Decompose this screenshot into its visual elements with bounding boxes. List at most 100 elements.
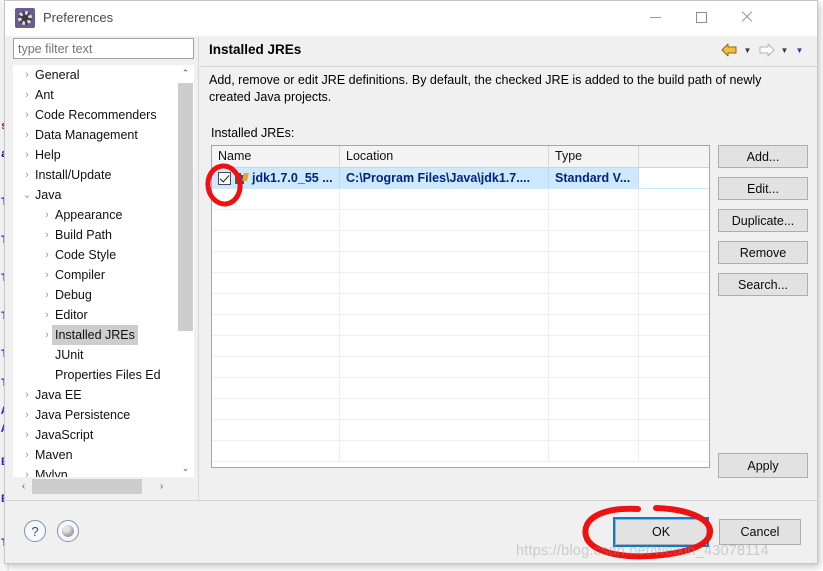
table-row-empty[interactable]: [212, 189, 709, 210]
cell-name[interactable]: jdk1.7.0_55 ...: [212, 168, 340, 189]
scroll-right-icon[interactable]: ›: [153, 478, 170, 495]
chevron-right-icon[interactable]: ›: [39, 225, 55, 245]
column-header[interactable]: Type: [549, 146, 639, 167]
table-row-empty[interactable]: [212, 252, 709, 273]
chevron-right-icon[interactable]: ›: [19, 385, 35, 405]
chevron-right-icon[interactable]: ›: [19, 445, 35, 465]
cell-empty: [549, 420, 639, 441]
page-menu-caret-icon[interactable]: ▼: [792, 41, 807, 59]
scroll-left-icon[interactable]: ‹: [15, 478, 32, 495]
maximize-button[interactable]: [678, 1, 724, 33]
table-row-empty[interactable]: [212, 441, 709, 462]
preferences-dialog: Preferences ›General›Ant›Code Recommende…: [4, 0, 818, 564]
tree-vertical-scrollbar[interactable]: ⌃ ⌄: [177, 65, 194, 477]
cell-empty: [549, 378, 639, 399]
sidebar-item-junit[interactable]: JUnit: [13, 345, 176, 365]
link-icon[interactable]: [57, 520, 79, 542]
sidebar-item-compiler[interactable]: › Compiler: [13, 265, 176, 285]
column-header[interactable]: [639, 146, 709, 167]
sidebar-item-data-management[interactable]: › Data Management: [13, 125, 176, 145]
chevron-right-icon[interactable]: ›: [39, 265, 55, 285]
apply-button[interactable]: Apply: [718, 453, 808, 478]
jre-checkbox[interactable]: [218, 172, 231, 185]
cancel-button[interactable]: Cancel: [719, 519, 801, 545]
sidebar-item-ant[interactable]: › Ant: [13, 85, 176, 105]
chevron-right-icon[interactable]: ›: [19, 405, 35, 425]
chevron-right-icon[interactable]: ›: [19, 145, 35, 165]
cell-empty: [212, 378, 340, 399]
table-action-buttons: Add... Edit... Duplicate... Remove Searc…: [718, 145, 808, 305]
cell-empty: [340, 315, 549, 336]
sidebar-item-java-ee[interactable]: › Java EE: [13, 385, 176, 405]
chevron-right-icon[interactable]: ›: [39, 305, 55, 325]
tree-vscroll-thumb[interactable]: [178, 83, 193, 331]
chevron-right-icon[interactable]: ›: [19, 125, 35, 145]
table-row-empty[interactable]: [212, 336, 709, 357]
ok-button[interactable]: OK: [613, 517, 709, 547]
scroll-up-icon[interactable]: ⌃: [177, 65, 194, 82]
search-button[interactable]: Search...: [718, 273, 808, 296]
chevron-right-icon[interactable]: ›: [39, 205, 55, 225]
sidebar-item-code-style[interactable]: › Code Style: [13, 245, 176, 265]
edit-button[interactable]: Edit...: [718, 177, 808, 200]
table-row[interactable]: jdk1.7.0_55 ... C:\Program Files\Java\jdk…: [212, 168, 709, 189]
back-dropdown-caret-icon[interactable]: ▼: [740, 41, 755, 59]
sidebar-item-mylyn[interactable]: › Mylyn: [13, 465, 176, 477]
table-row-empty[interactable]: [212, 273, 709, 294]
chevron-right-icon[interactable]: ›: [19, 105, 35, 125]
cell-empty: [549, 357, 639, 378]
table-row-empty[interactable]: [212, 210, 709, 231]
cell-empty: [212, 315, 340, 336]
scroll-down-icon[interactable]: ⌄: [177, 460, 194, 477]
preferences-gear-icon: [15, 8, 35, 28]
sidebar-item-code-recommenders[interactable]: › Code Recommenders: [13, 105, 176, 125]
cell-location: C:\Program Files\Java\jdk1.7....: [340, 168, 549, 189]
table-row-empty[interactable]: [212, 378, 709, 399]
chevron-right-icon[interactable]: ›: [19, 85, 35, 105]
sidebar-item-java-persistence[interactable]: › Java Persistence: [13, 405, 176, 425]
sidebar-item-javascript[interactable]: › JavaScript: [13, 425, 176, 445]
sidebar-item-label: Appearance: [55, 208, 123, 222]
sidebar-item-installed-jres[interactable]: › Installed JREs: [13, 325, 176, 345]
chevron-right-icon[interactable]: ›: [39, 245, 55, 265]
chevron-right-icon[interactable]: ›: [19, 165, 35, 185]
chevron-right-icon[interactable]: ›: [39, 285, 55, 305]
close-button[interactable]: [724, 1, 770, 33]
table-row-empty[interactable]: [212, 420, 709, 441]
table-row-empty[interactable]: [212, 399, 709, 420]
help-icon[interactable]: ?: [24, 520, 46, 542]
preferences-tree[interactable]: › General › Ant › Code Recommenders › Data Mana…: [13, 65, 194, 477]
table-row-empty[interactable]: [212, 294, 709, 315]
tree-horizontal-scrollbar[interactable]: ‹ ›: [13, 478, 194, 495]
cell-empty: [639, 189, 709, 210]
sidebar-item-debug[interactable]: › Debug: [13, 285, 176, 305]
tree-hscroll-thumb[interactable]: [32, 479, 142, 494]
duplicate-button[interactable]: Duplicate...: [718, 209, 808, 232]
table-row-empty[interactable]: [212, 357, 709, 378]
table-row-empty[interactable]: [212, 231, 709, 252]
column-header[interactable]: Name: [212, 146, 340, 167]
sidebar-item-install-update[interactable]: › Install/Update: [13, 165, 176, 185]
sidebar-item-properties-files-ed[interactable]: Properties Files Ed: [13, 365, 176, 385]
sidebar-item-editor[interactable]: › Editor: [13, 305, 176, 325]
cell-empty: [212, 273, 340, 294]
sidebar-item-maven[interactable]: › Maven: [13, 445, 176, 465]
sidebar-item-help[interactable]: › Help: [13, 145, 176, 165]
sidebar-item-label: General: [35, 68, 80, 82]
filter-input[interactable]: [13, 38, 194, 59]
chevron-down-icon[interactable]: ⌄: [19, 185, 35, 205]
minimize-button[interactable]: [632, 1, 678, 33]
installed-jres-table[interactable]: Name Location Type jdk1.7.0_55 ... C:\Progr…: [211, 145, 710, 468]
chevron-right-icon[interactable]: ›: [19, 65, 35, 85]
back-arrow-icon[interactable]: [718, 41, 740, 59]
chevron-right-icon[interactable]: ›: [19, 425, 35, 445]
sidebar-item-java[interactable]: ⌄ Java: [13, 185, 176, 205]
sidebar-item-general[interactable]: › General: [13, 65, 176, 85]
table-row-empty[interactable]: [212, 315, 709, 336]
chevron-right-icon[interactable]: ›: [19, 465, 35, 477]
sidebar-item-build-path[interactable]: › Build Path: [13, 225, 176, 245]
column-header[interactable]: Location: [340, 146, 549, 167]
add-button[interactable]: Add...: [718, 145, 808, 168]
sidebar-item-appearance[interactable]: › Appearance: [13, 205, 176, 225]
remove-button[interactable]: Remove: [718, 241, 808, 264]
